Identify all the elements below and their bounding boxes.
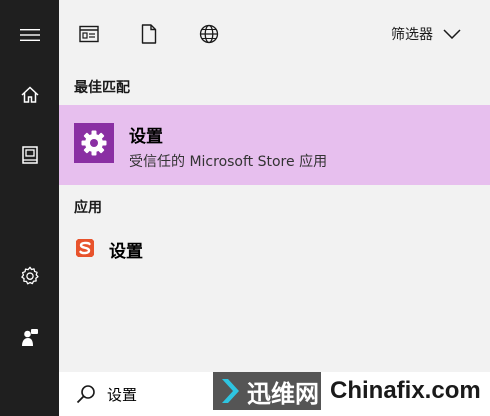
watermark-arrow-icon: [222, 379, 239, 403]
settings-app-tile: [74, 123, 114, 163]
settings-gear-icon: [20, 266, 39, 285]
app-window-icon: [79, 25, 99, 43]
best-match-subtitle: 受信任的 Microsoft Store 应用: [129, 154, 328, 170]
globe-icon: [199, 24, 219, 44]
search-toolbar: 筛选器: [59, 0, 490, 68]
filters-dropdown[interactable]: 筛选器: [391, 18, 461, 50]
notebook-icon: [21, 146, 38, 164]
sogou-icon: [76, 239, 94, 257]
gear-icon: [81, 130, 107, 156]
apps-header: 应用: [74, 200, 102, 216]
notebook-button[interactable]: [0, 131, 59, 179]
watermark-badge: 迅维网: [213, 372, 321, 410]
filter-apps-button[interactable]: [72, 17, 106, 51]
app-result-label: 设置: [109, 242, 143, 262]
search-icon: [76, 385, 95, 404]
app-result-item[interactable]: 设置: [59, 228, 490, 268]
watermark-site-text: Chinafix.com: [330, 377, 481, 404]
best-match-header: 最佳匹配: [74, 80, 130, 96]
chevron-down-icon: [443, 29, 461, 39]
best-match-result[interactable]: 设置 受信任的 Microsoft Store 应用: [59, 105, 490, 185]
search-results-panel: 筛选器 最佳匹配 设置 受信任的 Microsoft Store 应用 应用 设…: [59, 0, 490, 416]
filter-web-button[interactable]: [192, 17, 226, 51]
search-input[interactable]: [107, 382, 207, 406]
best-match-title: 设置: [129, 127, 163, 147]
hamburger-icon: [19, 29, 40, 41]
watermark-badge-text: 迅维网: [247, 379, 319, 408]
account-button[interactable]: [0, 313, 59, 361]
settings-button[interactable]: [0, 252, 59, 300]
user-account-icon: [21, 329, 38, 346]
hamburger-menu-button[interactable]: [0, 11, 59, 59]
filters-label: 筛选器: [391, 27, 433, 43]
home-icon: [20, 86, 39, 103]
start-left-rail: [0, 0, 59, 416]
filter-documents-button[interactable]: [132, 17, 166, 51]
home-button[interactable]: [0, 71, 59, 119]
document-icon: [141, 24, 157, 44]
